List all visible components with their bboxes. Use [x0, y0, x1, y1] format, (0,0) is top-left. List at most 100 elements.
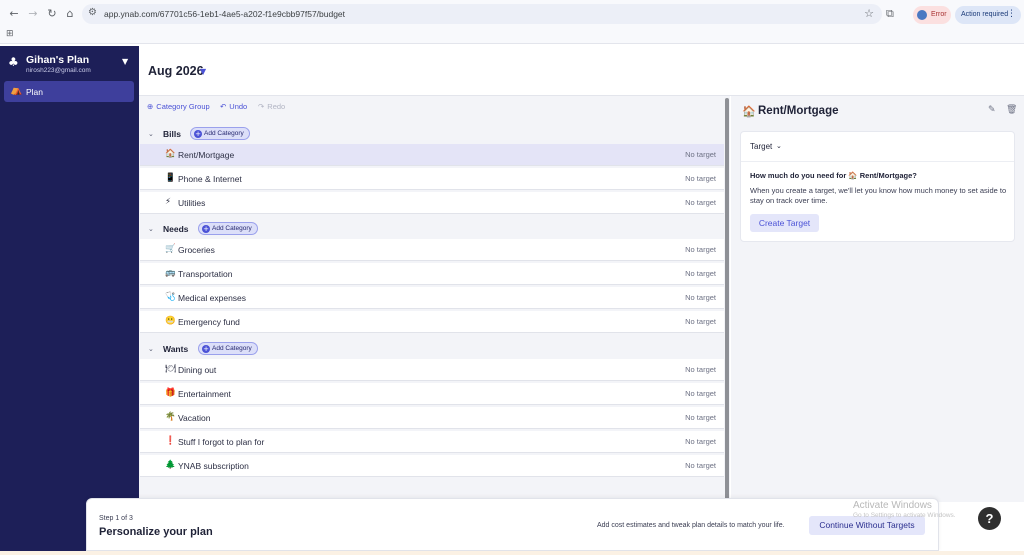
trash-icon[interactable]: 🗑	[1006, 105, 1017, 115]
inspector-title: Rent/Mortgage	[758, 105, 839, 117]
target-description: When you create a target, we'll let you …	[750, 186, 1007, 205]
category-name: Stuff I forgot to plan for	[178, 437, 265, 447]
category-name: Phone & Internet	[178, 174, 242, 184]
target-card: Target ⌄ How much do you need for 🏠 Rent…	[740, 131, 1015, 242]
month-dropdown-icon[interactable]: ▼	[200, 67, 206, 76]
address-bar[interactable]: ⚙ app.ynab.com/67701c56-1eb1-4ae5-a202-f…	[82, 4, 882, 24]
tree-icon: ♣	[8, 55, 19, 69]
profile-error-chip[interactable]: Error	[913, 6, 951, 24]
redo-button[interactable]: ↷ Redo	[258, 102, 285, 111]
stethoscope-icon: 🩺	[165, 292, 176, 302]
target-status: No target	[685, 413, 716, 422]
action-required-chip[interactable]: Action required ⋮	[955, 6, 1021, 24]
chevron-down-icon[interactable]: ⌄	[776, 142, 782, 150]
category-name: Emergency fund	[178, 317, 240, 327]
category-row-transportation[interactable]: 🚌 Transportation No target	[140, 263, 724, 285]
forward-icon[interactable]: →	[25, 6, 41, 22]
category-row-emergency-fund[interactable]: 😬 Emergency fund No target	[140, 311, 724, 333]
category-row-ynab-subscription[interactable]: 🌲 YNAB subscription No target	[140, 455, 724, 477]
undo-icon: ↶	[220, 102, 227, 111]
extensions-icon[interactable]: ⧉	[886, 7, 894, 21]
target-status: No target	[685, 245, 716, 254]
add-category-button[interactable]: + Add Category	[198, 222, 258, 235]
category-group-needs[interactable]: ⌄ Needs + Add Category	[140, 219, 724, 239]
target-status: No target	[685, 293, 716, 302]
target-status: No target	[685, 150, 716, 159]
help-button[interactable]: ?	[978, 507, 1001, 530]
add-category-group-button[interactable]: ⊕ Category Group	[147, 102, 210, 111]
redo-icon: ↷	[258, 102, 265, 111]
sidebar-item-label: Plan	[26, 87, 44, 97]
category-row-phone-internet[interactable]: 📱 Phone & Internet No target	[140, 168, 724, 190]
category-group-label: Category Group	[156, 102, 210, 111]
bottom-strip	[0, 551, 1024, 555]
month-selector[interactable]: Aug 2026	[148, 64, 204, 78]
reload-icon[interactable]: ↻	[44, 6, 60, 22]
category-name: Groceries	[178, 245, 215, 255]
category-row-entertainment[interactable]: 🎁 Entertainment No target	[140, 383, 724, 405]
group-name: Needs	[163, 224, 189, 234]
category-row-groceries[interactable]: 🛒 Groceries No target	[140, 239, 724, 261]
target-status: No target	[685, 365, 716, 374]
chevron-down-icon[interactable]: ⌄	[148, 345, 154, 353]
category-row-rent-mortgage[interactable]: 🏠 Rent/Mortgage No target	[140, 144, 724, 166]
redo-label: Redo	[267, 102, 286, 111]
create-target-button[interactable]: Create Target	[750, 214, 819, 232]
category-name: Vacation	[178, 413, 211, 423]
pencil-icon[interactable]: ✎	[988, 105, 996, 115]
scrollbar-thumb[interactable]	[725, 98, 729, 500]
add-category-button[interactable]: + Add Category	[190, 127, 250, 140]
plate-icon: 🍽	[165, 364, 176, 374]
add-category-label: Add Category	[212, 345, 252, 353]
plan-switcher[interactable]: ♣ Gihan's Plan nirosh223@gmail.com ▼	[0, 46, 139, 78]
site-info-icon[interactable]: ⚙	[88, 7, 97, 18]
home-icon[interactable]: ⌂	[62, 6, 78, 22]
apps-grid-icon[interactable]: ⊞	[6, 29, 14, 39]
category-name: Entertainment	[178, 389, 231, 399]
target-status: No target	[685, 198, 716, 207]
plan-icon: ⛺	[10, 85, 23, 96]
category-name: Rent/Mortgage	[178, 150, 235, 160]
back-icon[interactable]: ←	[6, 6, 22, 22]
target-status: No target	[685, 269, 716, 278]
onboarding-title: Personalize your plan	[99, 526, 213, 538]
phone-icon: 📱	[165, 173, 176, 183]
group-name: Bills	[163, 129, 181, 139]
house-icon: 🏠	[165, 149, 176, 159]
undo-button[interactable]: ↶ Undo	[220, 102, 247, 111]
category-row-dining-out[interactable]: 🍽 Dining out No target	[140, 359, 724, 381]
bus-icon: 🚌	[165, 268, 176, 278]
gift-icon: 🎁	[165, 388, 176, 398]
chevron-down-icon[interactable]: ▼	[122, 57, 128, 66]
sidebar-item-plan[interactable]: ⛺ Plan	[4, 81, 134, 102]
target-status: No target	[685, 389, 716, 398]
category-row-vacation[interactable]: 🌴 Vacation No target	[140, 407, 724, 429]
house-icon: 🏠	[742, 105, 756, 118]
avatar	[917, 10, 927, 20]
lightning-icon: ⚡	[165, 197, 171, 207]
category-row-utilities[interactable]: ⚡ Utilities No target	[140, 192, 724, 214]
category-name: Medical expenses	[178, 293, 247, 303]
add-category-label: Add Category	[212, 225, 252, 233]
category-group-wants[interactable]: ⌄ Wants + Add Category	[140, 339, 724, 359]
url-text[interactable]: app.ynab.com/67701c56-1eb1-4ae5-a202-f1e…	[104, 9, 345, 19]
plus-icon: +	[202, 225, 210, 234]
category-group-bills[interactable]: ⌄ Bills + Add Category	[140, 124, 724, 144]
onboarding-hint: Add cost estimates and tweak plan detail…	[597, 522, 785, 529]
exclamation-icon: ❗	[165, 436, 176, 446]
bookmark-star-icon[interactable]: ☆	[864, 7, 874, 20]
action-required-label: Action required	[961, 11, 1009, 18]
category-row-medical-expenses[interactable]: 🩺 Medical expenses No target	[140, 287, 724, 309]
chevron-down-icon[interactable]: ⌄	[148, 225, 154, 233]
cart-icon: 🛒	[165, 244, 176, 254]
target-section-toggle[interactable]: Target	[750, 142, 772, 151]
category-row-stuff-i-forgot[interactable]: ❗ Stuff I forgot to plan for No target	[140, 431, 724, 453]
grimace-face-icon: 😬	[165, 316, 176, 326]
add-category-button[interactable]: + Add Category	[198, 342, 258, 355]
group-name: Wants	[163, 344, 189, 354]
kebab-menu-icon[interactable]: ⋮	[1007, 9, 1016, 19]
target-status: No target	[685, 461, 716, 470]
chevron-down-icon[interactable]: ⌄	[148, 130, 154, 138]
category-name: YNAB subscription	[178, 461, 249, 471]
onboarding-bar: Step 1 of 3 Personalize your plan Add co…	[86, 498, 939, 551]
